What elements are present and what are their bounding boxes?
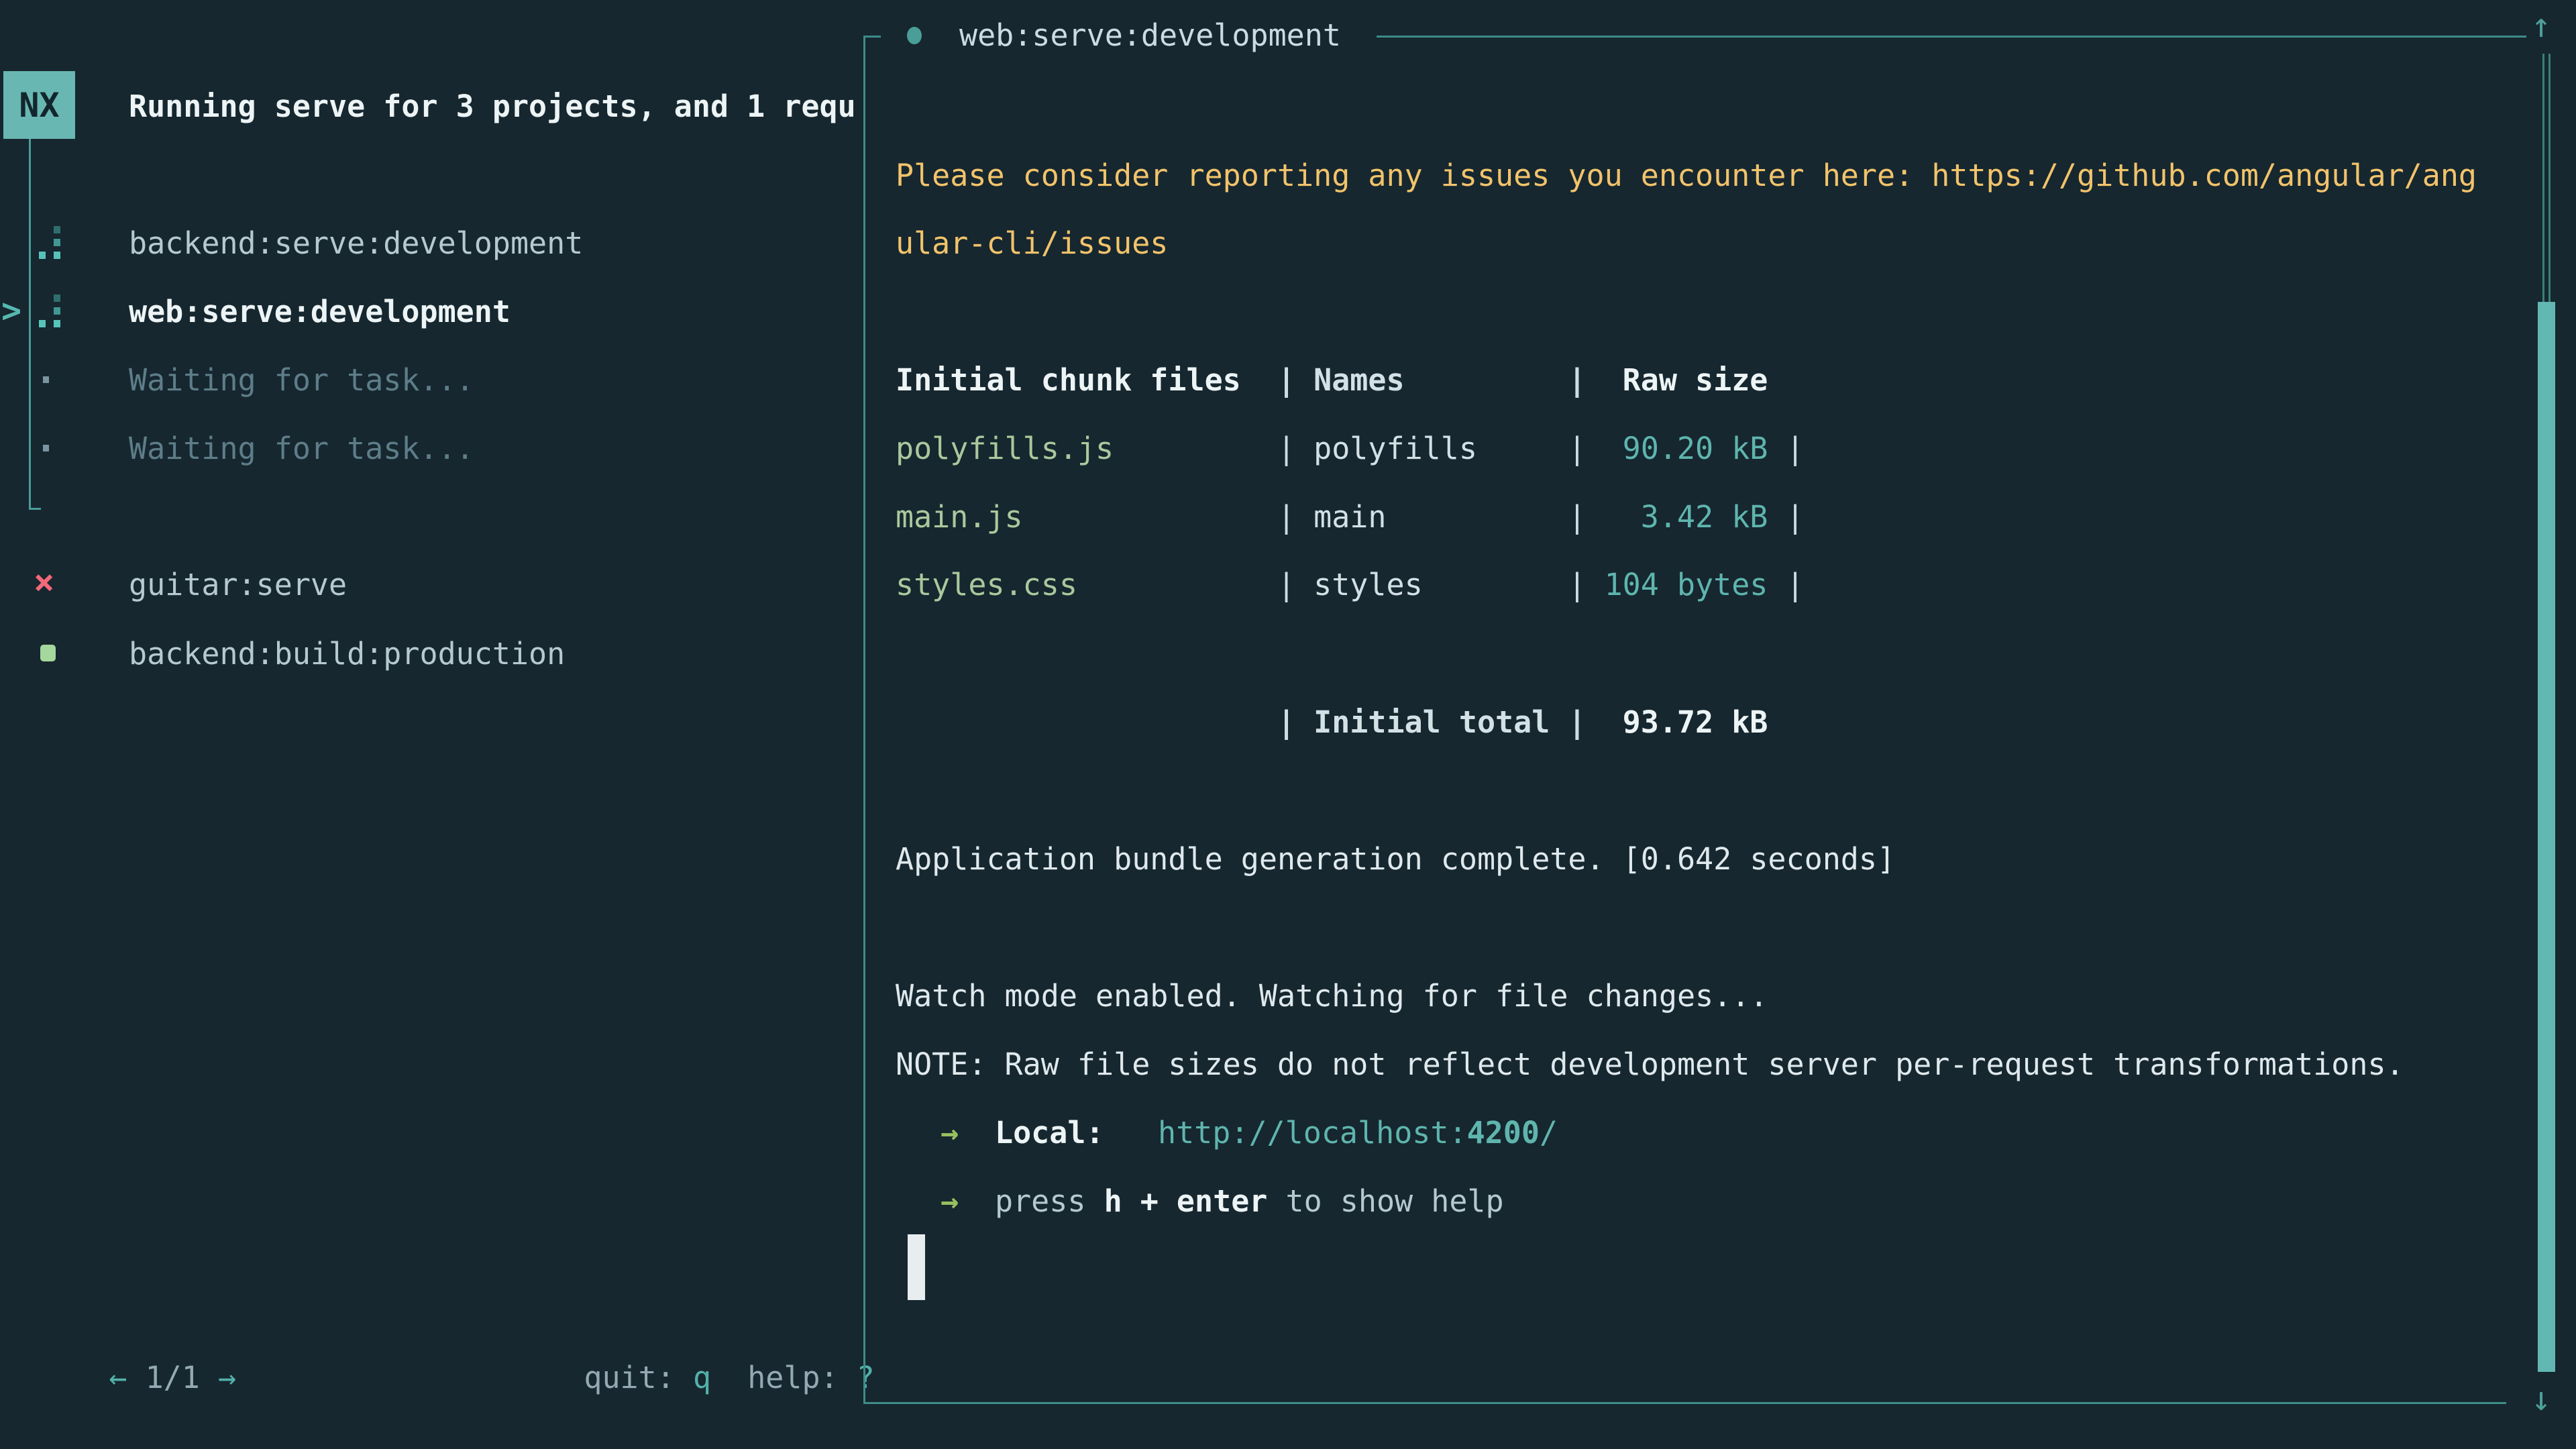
scrollbar-thumb[interactable] [2538,302,2555,1372]
panel-title: web:serve:development [907,15,1341,56]
chunk-file: polyfills.js [896,429,1277,469]
watch-mode-message: Watch mode enabled. Watching for file ch… [896,976,1768,1016]
col-header-files: Initial chunk files [896,360,1277,400]
task-label-selected: web:serve:development [129,292,511,332]
pager-left-arrow-icon[interactable]: ← [109,1360,127,1395]
chunk-table-row: styles.css | styles | 104 bytes | [896,565,1805,605]
chunk-file: styles.css [896,565,1277,605]
pager-count [127,1360,145,1395]
chunk-file: main.js [896,497,1277,537]
status-bullet-icon [907,27,922,44]
spinner-icon [39,294,66,328]
cross-icon: × [34,562,54,602]
nx-tui-window: NX Running serve for 3 projects, and 1 r… [0,0,2576,1449]
panel-border-left [863,36,865,1404]
panel-border-top-start [863,36,881,38]
terminal-cursor [908,1234,925,1300]
dot-icon [43,445,49,451]
quit-key: q [693,1360,711,1395]
nx-logo: NX [3,71,75,139]
task-row-backend-serve[interactable]: backend:serve:development [0,223,863,264]
chunk-size: 104 bytes [1605,565,1768,605]
chunk-name: styles [1313,565,1568,605]
pager-value: 1/1 [146,1360,200,1395]
quit-label: quit: [584,1360,693,1395]
table-separator: | [1277,360,1313,400]
task-row-web-serve-selected[interactable]: > web:serve:development [0,292,863,332]
local-url-link[interactable]: http://localhost:4200/ [1158,1113,1558,1153]
pager-right-arrow-icon[interactable]: → [218,1360,236,1395]
col-header-names: Names [1313,360,1568,400]
chunk-name: polyfills [1313,429,1568,469]
task-row-waiting-2[interactable]: Waiting for task... [0,429,863,469]
panel-border-bottom [863,1402,2506,1404]
chunk-table-row: polyfills.js | polyfills | 90.20 kB | [896,429,1805,469]
task-row-waiting-1[interactable]: Waiting for task... [0,360,863,400]
arrow-right-icon: → [941,1181,959,1222]
scroll-up-icon[interactable]: ↑ [2531,5,2551,46]
chunk-table-header: Initial chunk files | Names | Raw size [896,360,1768,400]
chunk-table-row: main.js | main | 3.42 kB | [896,497,1805,537]
help-hint-line: → press h + enter to show help [896,1181,968,1342]
help-hint-text: press h + enter to show help [995,1181,1504,1222]
dot-icon [43,376,49,383]
square-icon [40,645,56,661]
panel-title-text: web:serve:development [959,15,1341,56]
total-size: 93.72 kB [1605,702,1768,743]
page-title: Running serve for 3 projects, and 1 requ [129,87,856,127]
chunk-size: 3.42 kB [1605,497,1768,537]
pager: ← 1/1 → [36,1318,236,1438]
task-label: Waiting for task... [129,429,474,469]
task-label: backend:build:production [129,634,565,674]
help-label: help: [747,1360,857,1395]
angular-issue-notice-line1: Please consider reporting any issues you… [896,156,2477,196]
arrow-right-icon: → [941,1113,959,1153]
chunk-size: 90.20 kB [1605,429,1768,469]
angular-issue-notice-line2: ular-cli/issues [896,223,1168,264]
help-key: ? [857,1360,875,1395]
task-label: guitar:serve [129,565,347,605]
chunk-name: main [1313,497,1568,537]
selection-arrow-icon: > [1,290,21,331]
task-row-backend-build[interactable]: backend:build:production [0,634,863,674]
panel-border-top [1377,36,2526,38]
raw-size-note: NOTE: Raw file sizes do not reflect deve… [896,1044,2404,1085]
task-label: backend:serve:development [129,223,583,264]
chunk-table-total-row: | Initial total | 93.72 kB [896,702,1768,743]
total-label: Initial total [1313,702,1568,743]
scroll-down-icon[interactable]: ↓ [2531,1379,2551,1419]
task-label: Waiting for task... [129,360,474,400]
local-label: Local: [995,1113,1104,1153]
task-row-guitar-serve[interactable]: × guitar:serve [0,565,863,605]
task-tree-connector-foot [29,508,41,510]
key-hints: quit: q help: ? [511,1318,875,1438]
spinner-icon [39,226,66,260]
bundle-complete-message: Application bundle generation complete. … [896,839,1895,879]
col-header-size: Raw size [1605,360,1768,400]
